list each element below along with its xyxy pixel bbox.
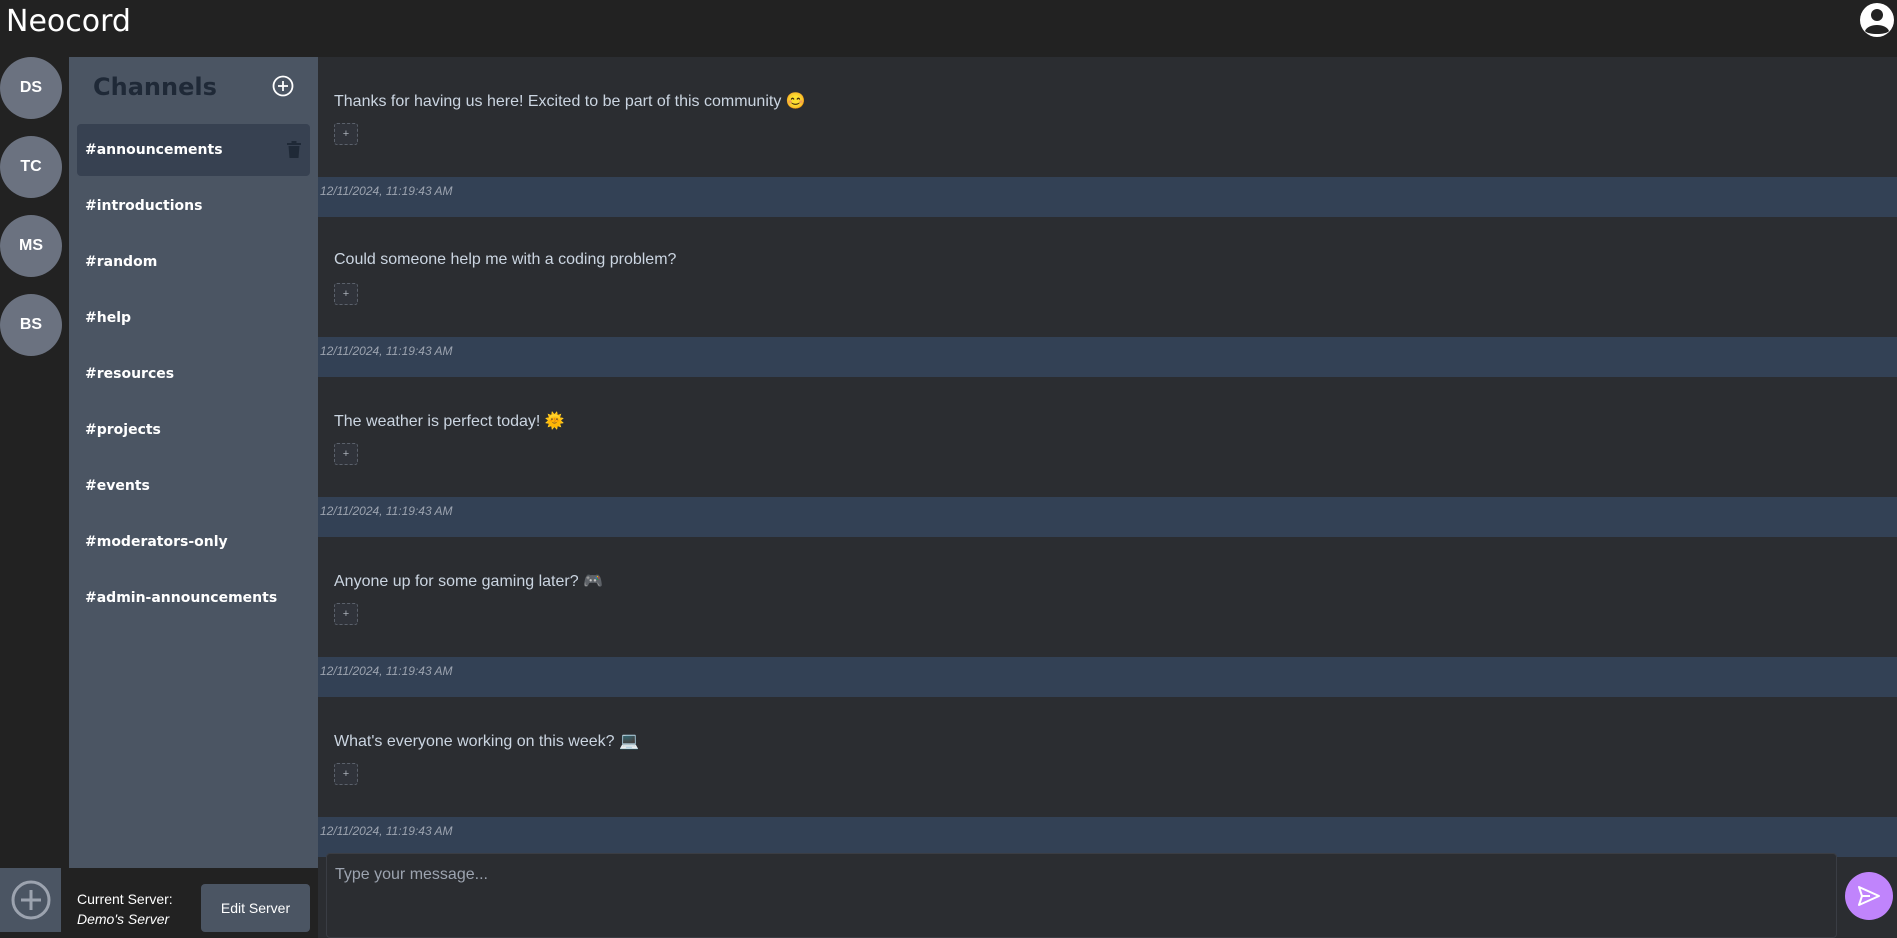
add-server-button[interactable] [0,868,61,932]
channel-item-resources[interactable]: #resources [77,348,310,400]
message-text: What's everyone working on this week? 💻 [334,733,639,750]
user-circle-icon [1860,3,1894,37]
channel-item-help[interactable]: #help [77,292,310,344]
timestamp-bar: 12/11/2024, 11:19:43 AM [318,177,1897,217]
channel-label: #help [85,310,132,326]
message-text: Could someone help me with a coding prob… [334,251,677,268]
plus-circle-icon [11,880,50,920]
timestamp-bar: 12/11/2024, 11:19:43 AM [318,337,1897,377]
current-server-label: Current Server: [77,891,173,907]
channel-label: #announcements [85,142,223,158]
add-reaction-button[interactable]: + [334,443,358,465]
channels-title: Channels [93,73,217,101]
current-server-name: Demo's Server [77,911,170,927]
message-item: Anyone up for some gaming later? 🎮 + [318,537,1897,657]
server-icon-tc[interactable]: TC [0,136,62,198]
message-text: Thanks for having us here! Excited to be… [334,93,806,110]
timestamp-bar: 12/11/2024, 11:19:43 AM [318,817,1897,857]
add-reaction-button[interactable]: + [334,603,358,625]
channel-item-moderators-only[interactable]: #moderators-only [77,516,310,568]
channel-label: #projects [85,422,161,438]
channel-item-random[interactable]: #random [77,236,310,288]
add-reaction-button[interactable]: + [334,763,358,785]
channel-item-introductions[interactable]: #introductions [77,180,310,232]
edit-server-button[interactable]: Edit Server [201,884,310,932]
current-server-panel: Current Server: Demo's Server Edit Serve… [69,868,318,938]
profile-button[interactable] [1859,2,1895,38]
add-channel-button[interactable] [271,74,295,98]
message-timestamp: 12/11/2024, 11:19:43 AM [320,344,453,358]
server-icon-ds[interactable]: DS [0,57,62,119]
server-icon-bs[interactable]: BS [0,294,62,356]
channel-item-events[interactable]: #events [77,460,310,512]
channels-panel: Channels #announcements #introductions #… [69,57,318,868]
add-reaction-button[interactable]: + [334,123,358,145]
message-input[interactable] [327,854,1836,937]
send-icon [1858,886,1880,906]
message-timestamp: 12/11/2024, 11:19:43 AM [320,824,453,838]
plus-circle-icon [272,75,294,97]
server-icon-ms[interactable]: MS [0,215,62,277]
message-timestamp: 12/11/2024, 11:19:43 AM [320,664,453,678]
message-timestamp: 12/11/2024, 11:19:43 AM [320,504,453,518]
app-title: Neocord [6,4,131,39]
channel-label: #events [85,478,150,494]
message-item: Thanks for having us here! Excited to be… [318,57,1897,177]
channel-label: #resources [85,366,175,382]
server-rail: DS TC MS BS [0,57,69,938]
timestamp-bar: 12/11/2024, 11:19:43 AM [318,657,1897,697]
channel-label: #random [85,254,158,270]
add-reaction-button[interactable]: + [334,283,358,305]
channel-label: #introductions [85,198,203,214]
top-bar: Neocord [0,0,1897,57]
message-text: Anyone up for some gaming later? 🎮 [334,573,603,590]
channel-label: #moderators-only [85,534,228,550]
channel-label: #admin-announcements [85,590,278,606]
timestamp-bar: 12/11/2024, 11:19:43 AM [318,497,1897,537]
trash-icon [287,141,301,158]
message-composer [326,853,1837,938]
channel-item-projects[interactable]: #projects [77,404,310,456]
channel-item-announcements[interactable]: #announcements [77,124,310,176]
channel-item-admin-announcements[interactable]: #admin-announcements [77,572,310,624]
message-list: Thanks for having us here! Excited to be… [318,57,1897,938]
message-item: What's everyone working on this week? 💻 … [318,697,1897,817]
message-timestamp: 12/11/2024, 11:19:43 AM [320,184,453,198]
message-item: The weather is perfect today! 🌞 + [318,377,1897,497]
message-text: The weather is perfect today! 🌞 [334,413,565,430]
message-item: Could someone help me with a coding prob… [318,217,1897,337]
delete-channel-button[interactable] [286,141,302,159]
send-button[interactable] [1845,872,1893,920]
